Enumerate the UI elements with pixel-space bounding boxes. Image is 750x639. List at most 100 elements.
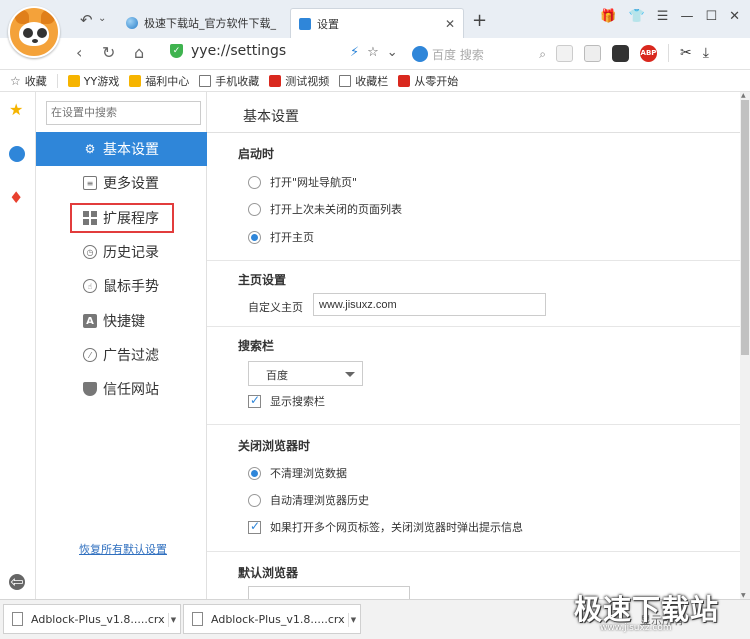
sidebar-item-label: 快捷键 <box>103 314 145 330</box>
bookmark-item[interactable]: 福利中心 <box>129 73 189 89</box>
undo-close-tab-icon[interactable]: ↶ <box>80 11 93 29</box>
chevron-down-icon[interactable]: ⌄ <box>387 45 398 60</box>
download-item[interactable]: Adblock-Plus_v1.8.....crx ▼ <box>183 604 361 634</box>
baidu-paw-icon[interactable] <box>412 46 428 62</box>
adblock-icon[interactable]: ABP <box>640 44 657 62</box>
home-icon[interactable]: ⌂ <box>134 43 144 62</box>
hot-fire-icon[interactable]: ♦ <box>9 188 23 207</box>
red-c-icon <box>269 74 282 87</box>
menu-icon[interactable]: ☰ <box>657 9 669 24</box>
startup-option-homepage[interactable]: 打开主页 <box>248 229 314 245</box>
history-clock-icon[interactable] <box>9 146 25 162</box>
doc-icon <box>299 17 311 30</box>
caret-down-icon[interactable]: ▼ <box>168 613 178 627</box>
download-item[interactable]: Adblock-Plus_v1.8.....crx ▼ <box>3 604 181 634</box>
watermark-url: www.jisuxz.com <box>600 623 672 633</box>
sidebar-item-label: 基本设置 <box>103 142 159 158</box>
onclose-option-clear[interactable]: 自动清理浏览器历史 <box>248 492 369 508</box>
tab-title: 极速下载站_官方软件下载_ <box>144 17 276 30</box>
sidebar-item-label: 广告过滤 <box>103 348 159 364</box>
onclose-option-keep[interactable]: 不清理浏览数据 <box>248 465 347 481</box>
tab-settings[interactable]: 设置 ✕ <box>290 8 464 38</box>
file-icon <box>192 612 203 626</box>
folder-icon <box>339 74 352 87</box>
sidebar-item-label: 鼠标手势 <box>103 279 159 295</box>
bookmark-label: 收藏 <box>24 74 47 88</box>
address-bar[interactable]: ✓ yye://settings <box>170 43 286 59</box>
radio-button-selected[interactable] <box>248 230 261 244</box>
radio-button[interactable] <box>248 175 261 189</box>
radio-button[interactable] <box>248 493 261 507</box>
close-icon[interactable]: ✕ <box>445 17 455 31</box>
page-title: 基本设置 <box>243 109 299 125</box>
bookmark-item[interactable]: 从零开始 <box>398 73 458 89</box>
settings-search-input[interactable] <box>46 101 201 125</box>
search-engine-select[interactable]: 百度 <box>248 361 363 386</box>
apps-icon[interactable] <box>556 44 573 62</box>
search-icon[interactable]: ⌕ <box>539 47 546 62</box>
block-icon: ⁄ <box>83 348 97 362</box>
exit-icon[interactable]: ⇦ <box>9 574 25 590</box>
download-icon[interactable]: ⤓ <box>703 45 709 61</box>
reload-icon[interactable]: ↻ <box>102 43 115 62</box>
bookmark-item[interactable]: ☆ 收藏 <box>10 73 47 89</box>
divider <box>668 44 669 62</box>
section-startup-title: 启动时 <box>238 147 275 161</box>
lightning-icon[interactable]: ⚡ <box>350 45 359 60</box>
onclose-warn-option[interactable]: 如果打开多个网页标签，关闭浏览器时弹出提示信息 <box>248 519 523 535</box>
sidebar-item-trusted[interactable]: 信任网站 <box>36 372 207 406</box>
checkbox-checked[interactable] <box>248 519 261 534</box>
caret-down-icon[interactable]: ▼ <box>348 613 358 627</box>
screenshot-icon[interactable] <box>584 44 601 62</box>
tshirt-icon[interactable]: 👕 <box>629 9 645 24</box>
sidebar-item-more[interactable]: ≡ 更多设置 <box>36 166 207 200</box>
scroll-thumb[interactable] <box>741 100 749 355</box>
favorites-star-icon[interactable]: ★ <box>9 100 23 119</box>
star-icon[interactable]: ☆ <box>367 45 379 60</box>
tab-jisuxz[interactable]: 极速下载站_官方软件下载_ <box>118 8 282 38</box>
scrollbar[interactable]: ▲ ▼ <box>740 92 750 599</box>
minimize-icon[interactable]: — <box>680 9 693 24</box>
bookmark-item[interactable]: 收藏栏 <box>339 73 388 89</box>
window-close-icon[interactable]: ✕ <box>729 9 740 24</box>
sidebar-item-basic[interactable]: ⚙ 基本设置 <box>36 132 207 166</box>
bookmark-label: 测试视频 <box>285 74 330 88</box>
bookmark-item[interactable]: YY游戏 <box>67 73 119 89</box>
bilibili-icon[interactable] <box>612 44 629 62</box>
sidebar-item-shortcuts[interactable]: A 快捷键 <box>36 304 207 338</box>
restore-defaults-link[interactable]: 恢复所有默认设置 <box>79 541 167 557</box>
show-searchbar-option[interactable]: 显示搜索栏 <box>248 393 325 409</box>
gift-icon[interactable]: 🎁 <box>600 9 616 24</box>
scroll-down-icon[interactable]: ▼ <box>741 592 746 599</box>
settings-sidebar: ⚙ 基本设置 ≡ 更多设置 扩展程序 ◷ 历史记录 ☝ 鼠标手势 A 快捷键 ⁄… <box>36 92 207 599</box>
bookmark-item[interactable]: 测试视频 <box>269 73 329 89</box>
startup-option-restore[interactable]: 打开上次未关闭的页面列表 <box>248 201 402 217</box>
browser-logo[interactable] <box>8 6 60 58</box>
section-homepage-title: 主页设置 <box>238 273 287 287</box>
radio-button-selected[interactable] <box>248 466 261 480</box>
maximize-icon[interactable]: ☐ <box>705 9 717 24</box>
sidebar-item-history[interactable]: ◷ 历史记录 <box>36 235 207 269</box>
bookmark-item[interactable]: 手机收藏 <box>199 73 259 89</box>
checkbox-checked[interactable] <box>248 393 261 408</box>
startup-option-navpage[interactable]: 打开"网址导航页" <box>248 174 357 190</box>
new-tab-icon[interactable]: + <box>472 10 487 31</box>
radio-button[interactable] <box>248 202 261 216</box>
back-icon[interactable]: ‹ <box>76 43 82 62</box>
option-label: 打开上次未关闭的页面列表 <box>270 203 402 216</box>
scissors-icon[interactable]: ✂ <box>680 45 692 61</box>
option-label: 自动清理浏览器历史 <box>270 494 369 507</box>
scroll-up-icon[interactable]: ▲ <box>741 92 746 99</box>
sidebar-item-extensions[interactable]: 扩展程序 <box>36 201 207 235</box>
navigation-bar: ‹ ↻ ⌂ ✓ yye://settings ⚡ ☆ ⌄ 百度 搜索 ⌕ ABP… <box>0 38 750 70</box>
search-input[interactable]: 百度 搜索 ⌕ <box>412 44 546 64</box>
chevron-down-icon[interactable]: ⌄ <box>98 13 106 24</box>
default-browser-button[interactable] <box>248 586 410 599</box>
address-actions: ⚡ ☆ ⌄ <box>350 45 398 60</box>
search-placeholder: 百度 搜索 <box>432 47 484 62</box>
homepage-input[interactable] <box>313 293 546 316</box>
sidebar-item-adblock[interactable]: ⁄ 广告过滤 <box>36 338 207 372</box>
star-icon: ☆ <box>10 73 21 88</box>
window-controls: 🎁 👕 ☰ — ☐ ✕ <box>600 9 740 24</box>
sidebar-item-gestures[interactable]: ☝ 鼠标手势 <box>36 269 207 303</box>
